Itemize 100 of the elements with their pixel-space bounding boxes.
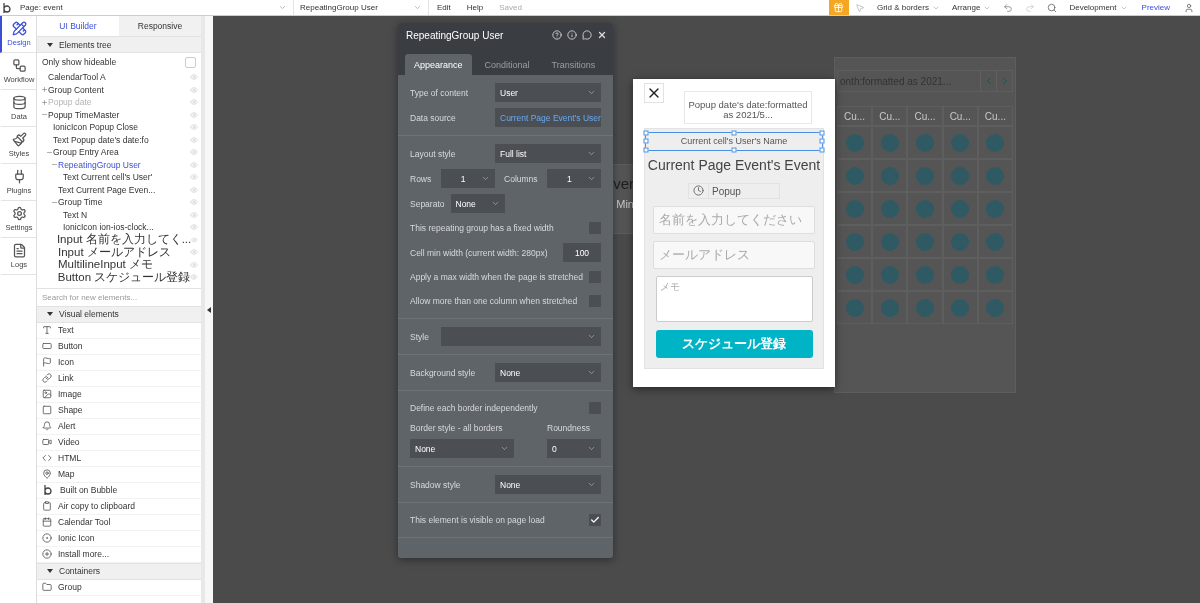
element-type-item[interactable]: Alert	[58, 421, 76, 431]
element-type-item[interactable]: Built on Bubble	[60, 485, 118, 495]
eye-icon[interactable]	[190, 110, 198, 119]
gift-button[interactable]	[828, 0, 849, 15]
help-icon[interactable]	[552, 30, 562, 40]
tree-item[interactable]: Text Current Page Even...	[58, 184, 190, 195]
eye-icon[interactable]	[190, 210, 198, 219]
dropdown[interactable]: Full list	[495, 144, 601, 163]
eye-icon[interactable]	[190, 160, 198, 169]
element-type-item[interactable]: Calendar Tool	[58, 517, 111, 527]
toolbar-dropdown[interactable]: Grid & borders	[870, 0, 946, 15]
tree-item[interactable]: Text Popup date's date:fo	[53, 134, 190, 145]
preview-link[interactable]: Preview	[1133, 3, 1178, 12]
element-type-item[interactable]: Icon	[58, 357, 75, 367]
eye-icon[interactable]	[190, 85, 198, 94]
dropdown[interactable]: 1	[547, 169, 601, 188]
tree-item[interactable]: Group Time	[58, 197, 190, 208]
info-icon[interactable]	[567, 30, 577, 40]
eye-icon[interactable]	[190, 123, 198, 132]
memo-field[interactable]: メモ	[655, 275, 813, 322]
tree-item[interactable]: Button スケジュール登録	[57, 269, 191, 285]
eye-icon[interactable]	[190, 135, 198, 144]
element-type-item[interactable]: Install more...	[58, 549, 110, 559]
page-dropdown[interactable]: Page: event	[14, 0, 294, 15]
element-type-item[interactable]: Group	[58, 582, 82, 592]
save-status: Saved	[498, 3, 523, 12]
dropdown[interactable]: 0	[547, 439, 601, 458]
collapse-triangle-icon[interactable]	[47, 311, 53, 317]
tree-item[interactable]: Popup TimeMaster	[48, 109, 190, 120]
element-type-item[interactable]: Text	[58, 325, 74, 335]
dropdown[interactable]: None	[495, 363, 601, 382]
dropdown[interactable]: User	[495, 83, 601, 102]
data-source-field[interactable]: Current Page Event's User	[495, 108, 601, 127]
dropdown[interactable]: None	[495, 475, 601, 494]
eye-icon[interactable]	[190, 273, 198, 282]
menu-item[interactable]: Edit	[429, 3, 459, 12]
tree-item[interactable]: Group Content	[48, 84, 190, 95]
element-type-item[interactable]: Map	[58, 469, 75, 479]
element-type-item[interactable]: Link	[58, 373, 74, 383]
tree-item[interactable]: RepeatingGroup User	[58, 159, 190, 170]
dropdown[interactable]: 1	[440, 169, 495, 188]
element-type-item[interactable]: Shape	[58, 405, 83, 415]
dropdown[interactable]: None	[450, 194, 505, 213]
element-type-item[interactable]: Button	[58, 341, 83, 351]
eye-icon[interactable]	[190, 248, 198, 257]
collapse-arrow-icon[interactable]	[207, 306, 211, 313]
resize-handle[interactable]	[731, 147, 737, 153]
eye-icon[interactable]	[190, 223, 198, 232]
resize-handle[interactable]	[731, 130, 737, 136]
element-dropdown[interactable]: RepeatingGroup User	[294, 0, 429, 15]
environment-dropdown[interactable]: Development	[1063, 0, 1134, 15]
expand-icon[interactable]	[41, 86, 48, 94]
eye-icon[interactable]	[190, 173, 198, 182]
search-icon[interactable]	[1047, 2, 1058, 13]
element-type-item[interactable]: HTML	[58, 453, 82, 463]
editor-tab[interactable]: Transitions	[542, 54, 605, 75]
collapse-triangle-icon[interactable]	[47, 568, 53, 574]
logo-icon[interactable]	[1, 1, 13, 14]
eye-icon[interactable]	[190, 98, 198, 107]
tree-item[interactable]: Text N	[63, 209, 190, 220]
eye-icon[interactable]	[190, 198, 198, 207]
editor-tab[interactable]: Appearance	[405, 54, 472, 75]
eye-icon[interactable]	[190, 73, 198, 82]
user-icon[interactable]	[1184, 2, 1194, 13]
tree-item[interactable]: CalendarTool A	[48, 72, 190, 83]
editor-tab[interactable]: Conditional	[475, 54, 539, 75]
checkbox[interactable]	[589, 514, 601, 526]
panel-tab[interactable]: Responsive	[119, 16, 201, 36]
tree-item[interactable]: Text Current cell's User'	[63, 172, 190, 183]
caret-icon	[587, 368, 596, 377]
element-type-item[interactable]: Video	[58, 437, 80, 447]
menu-item[interactable]: Help	[458, 3, 492, 12]
checkbox-label: This element is visible on page load	[410, 515, 545, 525]
eye-icon[interactable]	[190, 260, 198, 269]
toolbar-dropdown[interactable]: Arrange	[945, 0, 998, 15]
element-type-item[interactable]: Ionic Icon	[58, 533, 95, 543]
redo-icon[interactable]	[1025, 2, 1036, 13]
collapse-triangle-icon[interactable]	[47, 41, 53, 48]
close-button[interactable]	[644, 83, 664, 103]
repeating-group[interactable]: Current cell's User's Name	[645, 131, 823, 151]
tree-item[interactable]: IonicIcon ion-ios-clock...	[63, 222, 190, 233]
expand-icon[interactable]	[41, 98, 48, 106]
input-field[interactable]: 名前を入力してください	[653, 205, 815, 234]
input-field[interactable]: メールアドレス	[653, 240, 815, 269]
comment-icon[interactable]	[582, 30, 592, 40]
number-field[interactable]: 100	[563, 243, 601, 262]
tree-item[interactable]: Group Entry Area	[53, 147, 190, 158]
eye-icon[interactable]	[191, 235, 198, 244]
dropdown[interactable]: None	[410, 439, 514, 458]
element-type-item[interactable]: Air copy to clipboard	[58, 501, 135, 511]
eye-icon[interactable]	[190, 185, 198, 194]
eye-icon[interactable]	[190, 148, 198, 157]
undo-icon[interactable]	[1003, 2, 1014, 13]
element-type-item[interactable]: Image	[58, 389, 82, 399]
field-label: Type of content	[410, 87, 469, 98]
tree-item[interactable]: IonicIcon Popup Close	[53, 122, 190, 133]
cursor-icon[interactable]	[854, 2, 865, 13]
column-header: Cu...	[837, 106, 873, 126]
close-icon[interactable]	[597, 30, 607, 40]
checkbox[interactable]	[185, 56, 196, 68]
